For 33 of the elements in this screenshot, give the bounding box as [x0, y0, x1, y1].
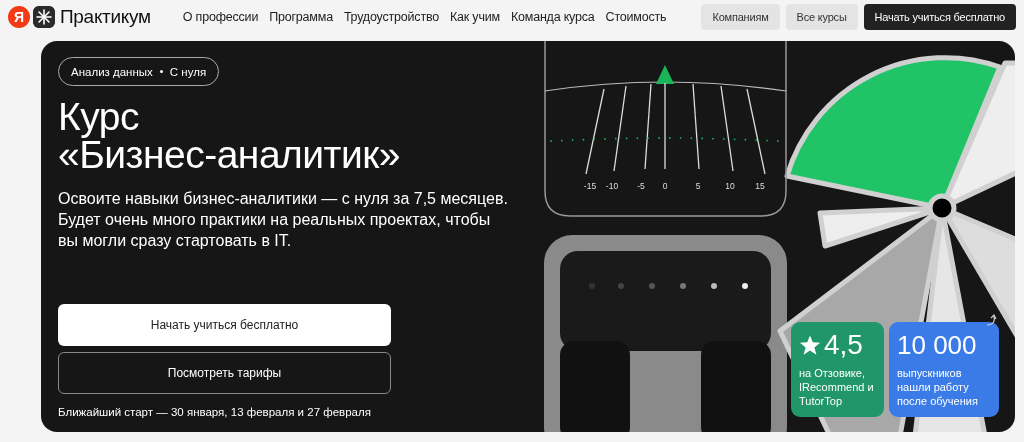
- nav-link[interactable]: Стоимость: [605, 10, 667, 24]
- badge-caption: выпускников нашли работу после обучения: [897, 366, 979, 408]
- start-button[interactable]: Начать учиться бесплатно: [58, 304, 391, 346]
- scale-label: -10: [605, 181, 619, 191]
- logo-text[interactable]: Практикум: [60, 6, 151, 28]
- separator-dot: [159, 70, 163, 73]
- start-dates: Ближайший старт — 30 января, 13 февраля и 27 февраля: [58, 406, 372, 418]
- curved-arrow-icon: [985, 313, 999, 327]
- nav-link[interactable]: Как учим: [450, 10, 500, 24]
- start-button[interactable]: Начать учиться бесплатно: [863, 4, 1016, 30]
- nav-link[interactable]: Трудоустройство: [343, 10, 439, 24]
- scale-label: 10: [725, 181, 735, 191]
- nav-link[interactable]: Программа: [269, 10, 333, 24]
- nav-link[interactable]: Команда курса: [510, 10, 595, 24]
- pricing-button[interactable]: Посмотреть тарифы: [58, 352, 391, 394]
- logo-letter[interactable]: Я: [8, 6, 30, 28]
- tag-label: С нуля: [169, 65, 207, 78]
- star-icon: [799, 334, 821, 356]
- starburst-icon: [33, 6, 55, 28]
- nav-link[interactable]: О профессии: [182, 10, 259, 24]
- rating-value: 4,5: [824, 330, 863, 360]
- graduates-count: 10 000: [897, 330, 977, 360]
- course-title: Курс «Бизнес-аналитик»: [58, 98, 402, 174]
- header-button[interactable]: Компаниям: [701, 4, 780, 30]
- scale-label: 5: [695, 181, 701, 191]
- scale-label: 0: [662, 181, 668, 191]
- course-description: Освоите навыки бизнес-аналитики — с нуля за 7,5 месяцев. Будет очень много практики на реальных проектах, чтобы вы могли сразу стартовать в IT.: [58, 189, 509, 251]
- tag-label: Анализ данных: [71, 65, 153, 78]
- scale-label: 15: [755, 181, 765, 191]
- scale-label: -15: [583, 181, 597, 191]
- header-button[interactable]: Все курсы: [785, 4, 858, 30]
- badge-caption: на Отзовике, IRecommend и TutorTop: [799, 366, 875, 408]
- scale-label: -5: [637, 181, 645, 191]
